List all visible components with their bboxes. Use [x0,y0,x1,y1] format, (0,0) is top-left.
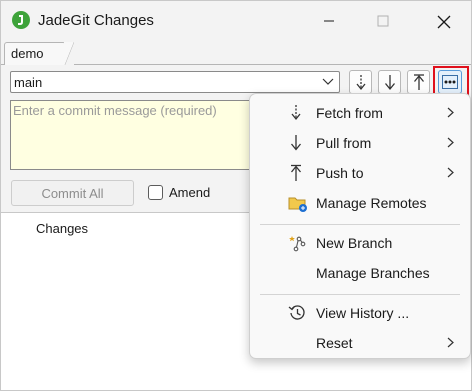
menu-item-label: Manage Remotes [316,195,427,211]
close-button[interactable] [420,1,466,41]
pull-arrow-icon [384,75,396,91]
menu-item-pull-from[interactable]: Pull from [254,127,466,157]
title-bar: JadeGit Changes [1,1,471,41]
amend-checkbox[interactable] [148,185,163,200]
more-options-menu: Fetch from Pull from Push to Manage Remo… [249,93,471,359]
minimize-button[interactable] [306,1,352,41]
push-icon [290,164,302,181]
window-title: JadeGit Changes [38,12,154,29]
chevron-right-icon [447,137,454,148]
menu-item-push-to[interactable]: Push to [254,157,466,187]
maximize-icon [377,15,389,27]
fetch-button[interactable] [349,70,372,94]
menu-item-label: Push to [316,165,364,181]
tab-label: demo [11,46,44,61]
menu-item-reset[interactable]: Reset [254,327,466,357]
new-branch-icon [289,236,306,252]
push-arrow-icon [413,74,425,90]
close-icon [437,15,451,29]
fetch-icon [291,105,301,121]
more-ellipsis-icon [442,75,458,89]
chevron-right-icon [447,337,454,348]
menu-item-manage-branches[interactable]: Manage Branches [254,257,466,287]
remotes-folder-icon [288,197,307,212]
fetch-arrow-icon [356,75,366,91]
history-icon [288,305,305,320]
jadegit-logo-icon [12,11,30,29]
menu-item-label: Manage Branches [316,265,430,281]
maximize-button[interactable] [360,1,406,41]
menu-item-view-history[interactable]: View History ... [254,297,466,327]
push-button[interactable] [407,70,430,94]
more-options-button[interactable] [438,70,462,94]
changes-heading: Changes [36,221,89,236]
pull-icon [290,135,302,151]
branch-dropdown[interactable]: main [10,71,340,93]
chevron-right-icon [447,167,454,178]
menu-item-new-branch[interactable]: New Branch [254,227,466,257]
amend-label: Amend [169,185,211,200]
chevron-right-icon [447,107,454,118]
tab-strip: demo [1,41,471,67]
commit-all-label: Commit All [41,186,104,201]
menu-item-label: New Branch [316,235,393,251]
menu-separator [260,224,460,225]
menu-item-manage-remotes[interactable]: Manage Remotes [254,187,466,217]
minimize-icon [324,20,334,22]
pull-button[interactable] [378,70,401,94]
commit-all-button[interactable]: Commit All [11,180,134,206]
menu-item-fetch-from[interactable]: Fetch from [254,97,466,127]
menu-item-label: Fetch from [316,105,383,121]
branch-value: main [14,75,43,90]
commit-message-placeholder: Enter a commit message (required) [13,103,217,118]
chevron-down-icon [322,78,334,85]
menu-item-label: Pull from [316,135,372,151]
menu-separator [260,294,460,295]
menu-item-label: View History ... [316,305,410,321]
tab-demo[interactable]: demo [4,42,74,67]
menu-item-label: Reset [316,335,353,351]
app-window: JadeGit Changes demo main Enter a commit… [0,0,472,391]
